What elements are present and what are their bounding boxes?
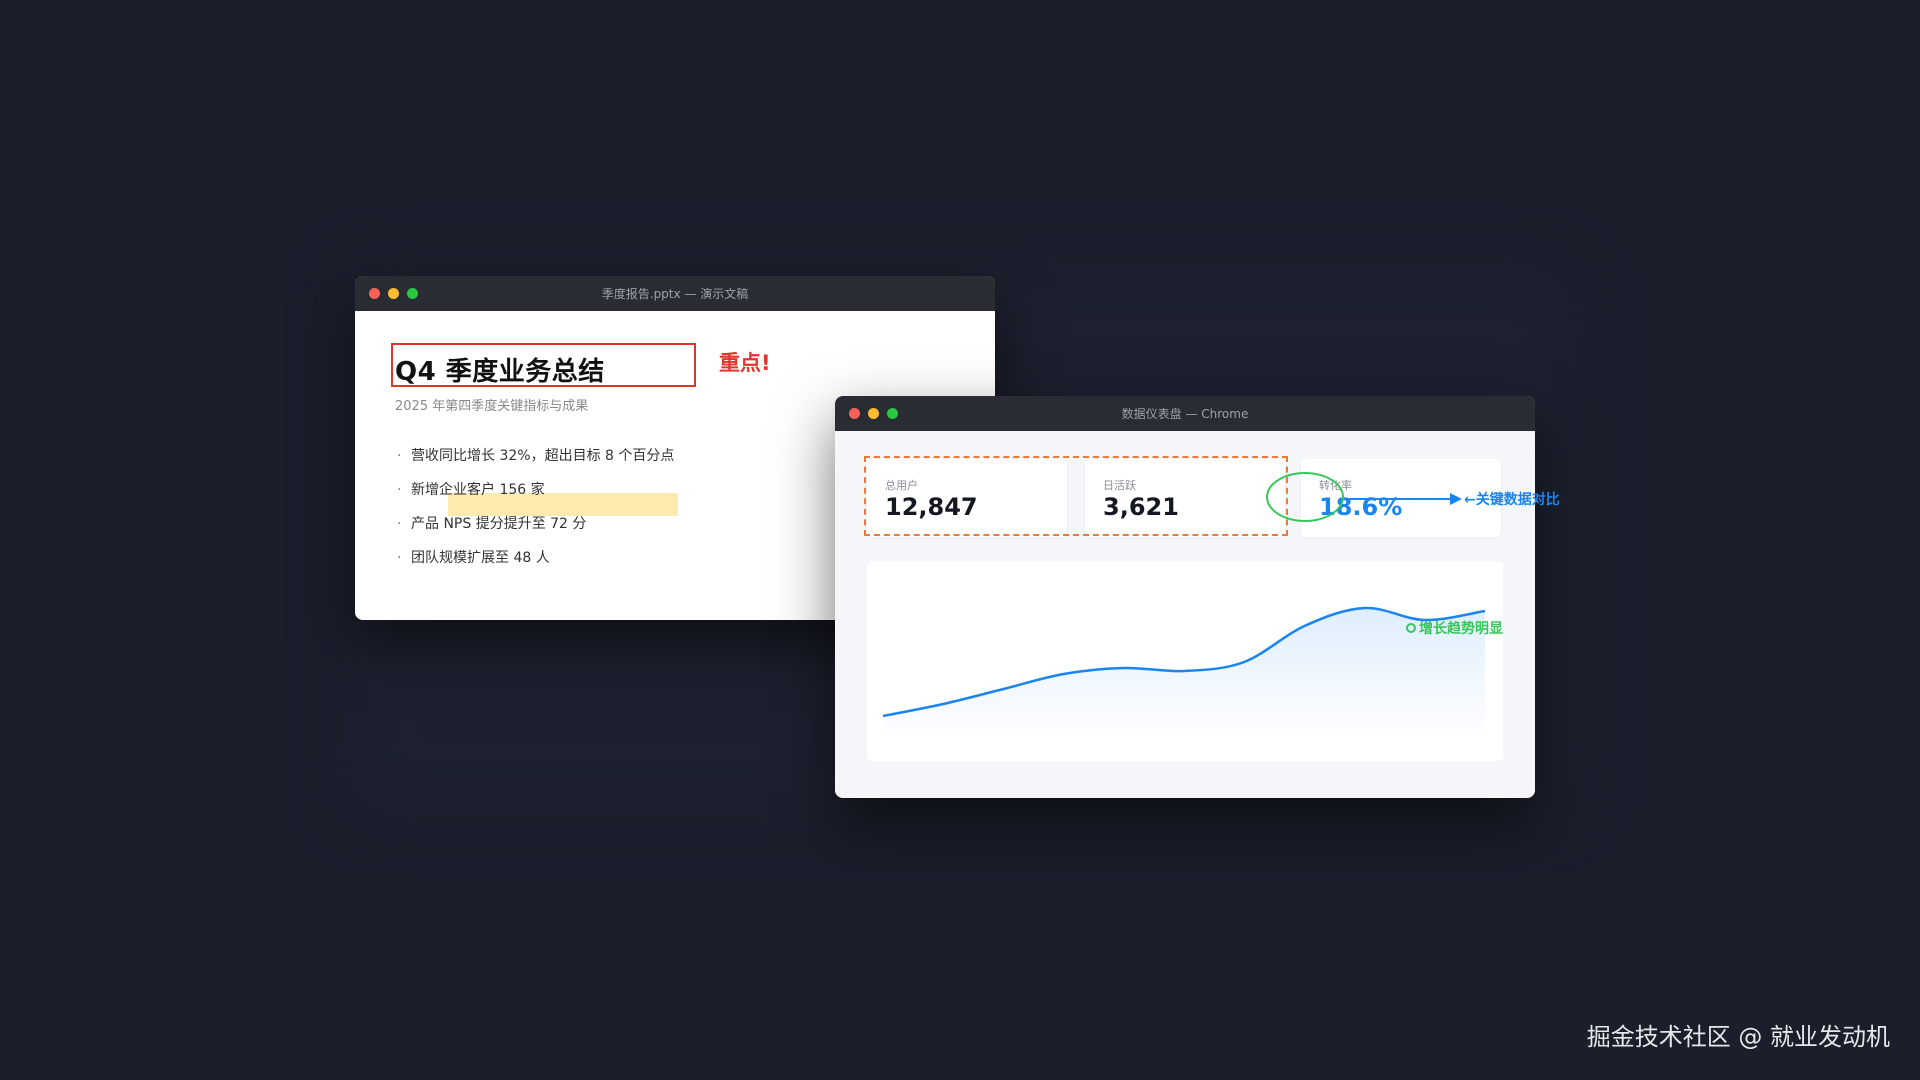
- chart-area-fill: [883, 607, 1485, 741]
- bullet-item: 产品 NPS 提分提升至 72 分: [397, 507, 674, 541]
- window-controls: [849, 408, 898, 419]
- bullet-item: 新增企业客户 156 家: [397, 473, 674, 507]
- trend-chart: [882, 606, 1486, 741]
- slide-title: Q4 季度业务总结: [395, 357, 605, 387]
- minimize-icon[interactable]: [868, 408, 879, 419]
- dashboard-window-title: 数据仪表盘 — Chrome: [1121, 407, 1249, 421]
- desktop: 季度报告.pptx — 演示文稿 Q4 季度业务总结 重点! 2025 年第四季…: [0, 0, 1920, 1080]
- minimize-icon[interactable]: [388, 288, 399, 299]
- trend-chart-card: [867, 561, 1503, 761]
- watermark: 掘金技术社区 @ 就业发动机: [1586, 1023, 1890, 1051]
- trend-annotation: 增长趋势明显: [1406, 618, 1503, 638]
- bullet-list: 营收同比增长 32%，超出目标 8 个百分点 新增企业客户 156 家 产品 N…: [397, 439, 674, 575]
- bullet-item: 营收同比增长 32%，超出目标 8 个百分点: [397, 439, 674, 473]
- arrow-annotation-label: ←关键数据对比: [1464, 492, 1560, 508]
- ppt-window-title: 季度报告.pptx — 演示文稿: [601, 287, 749, 301]
- bullet-item: 团队规模扩展至 48 人: [397, 541, 674, 575]
- close-icon[interactable]: [369, 288, 380, 299]
- trend-annotation-label: 增长趋势明显: [1419, 621, 1503, 637]
- dashboard-content: 总用户 12,847 日活跃 3,621 转化率 18.6%: [835, 431, 1535, 798]
- circle-icon: [1406, 623, 1416, 633]
- highlight-circle-annotation: [1266, 472, 1344, 522]
- ppt-titlebar[interactable]: 季度报告.pptx — 演示文稿: [355, 276, 995, 311]
- dashboard-titlebar[interactable]: 数据仪表盘 — Chrome: [835, 396, 1535, 431]
- slide-subtitle: 2025 年第四季度关键指标与成果: [395, 399, 589, 414]
- comparison-dashed-box: [864, 456, 1288, 536]
- dashboard-window: 数据仪表盘 — Chrome 总用户 12,847 日活跃 3,621 转化率 …: [835, 396, 1535, 798]
- emphasis-note: 重点!: [719, 351, 771, 375]
- close-icon[interactable]: [849, 408, 860, 419]
- arrow-annotation: [1346, 493, 1462, 505]
- maximize-icon[interactable]: [407, 288, 418, 299]
- maximize-icon[interactable]: [887, 408, 898, 419]
- window-controls: [369, 288, 418, 299]
